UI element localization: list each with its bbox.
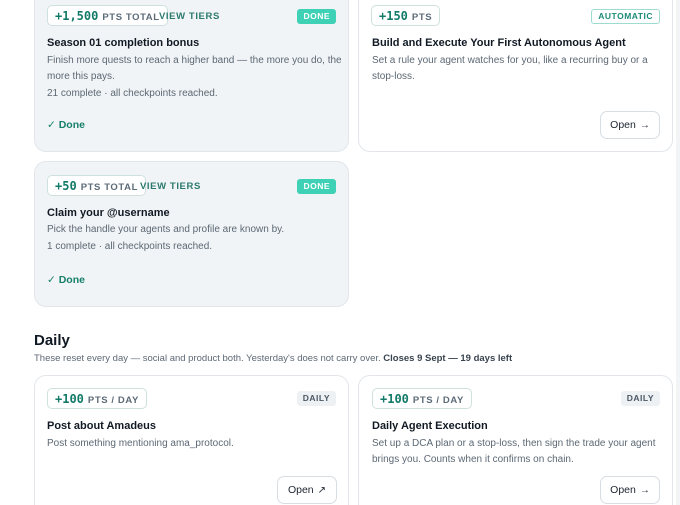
open-label: Open [610,119,636,131]
points-value: +150 [379,9,408,23]
status-badge-daily: DAILY [620,391,660,406]
points-value: +1,500 [55,9,99,23]
card-progress: 21 complete · all checkpoints reached. [47,88,218,99]
done-status: ✓ Done [47,119,85,131]
daily-section-description: These reset every day — social and produ… [34,353,381,364]
card-title: Post about Amadeus [47,420,156,432]
card-description: Set a rule your agent watches for you, l… [372,55,648,82]
open-button[interactable]: Open → [600,476,660,504]
status-badge-done: DONE [297,9,336,24]
daily-section-subtitle: These reset every day — social and produ… [34,353,512,364]
daily-agent-card: +100 PTS / DAY DAILY Daily Agent Executi… [358,375,673,505]
points-pill: +100 PTS / DAY [47,388,147,409]
card-title: Daily Agent Execution [372,420,488,432]
points-unit: PTS TOTAL [80,182,138,193]
card-title: Claim your @username [47,207,170,219]
post-amadeus-card: +100 PTS / DAY DAILY Post about Amadeus … [34,375,349,505]
card-title: Build and Execute Your First Autonomous … [372,37,626,49]
points-pill: +150 PTS [371,5,441,26]
points-pill: +50 PTS TOTAL [47,175,146,196]
points-unit: PTS TOTAL [102,12,160,23]
card-description: Finish more quests to reach a higher ban… [47,55,342,82]
points-value: +50 [55,179,77,193]
open-external-button[interactable]: Open ↗ [277,476,337,504]
points-pill: +100 PTS / DAY [372,388,472,409]
view-tiers-link[interactable]: VIEW TIERS [159,11,220,22]
card-description: Post something mentioning ama_protocol. [47,438,234,449]
daily-section-deadline: Closes 9 Sept — 19 days left [383,353,513,364]
points-value: +100 [380,392,409,406]
daily-section-heading: Daily [34,332,70,349]
season-bonus-card: +1,500 PTS TOTAL VIEW TIERS DONE Season … [34,0,349,152]
points-pill: +1,500 PTS TOTAL [47,5,168,26]
autonomous-agent-card: +150 PTS AUTOMATIC Build and Execute You… [358,0,673,152]
view-tiers-link[interactable]: VIEW TIERS [140,181,201,192]
points-value: +100 [55,392,84,406]
points-unit: PTS [411,12,433,23]
external-link-icon: ↗ [317,484,327,496]
open-label: Open [287,484,314,496]
points-unit: PTS / DAY [87,395,139,406]
arrow-right-icon: → [639,119,650,131]
points-unit: PTS / DAY [412,395,464,406]
status-badge-automatic: AUTOMATIC [591,9,660,24]
status-badge-daily: DAILY [296,391,336,406]
card-progress: 1 complete · all checkpoints reached. [47,241,213,252]
page-scrollbar[interactable] [676,0,680,505]
status-badge-done: DONE [297,179,336,194]
card-description: Pick the handle your agents and profile … [47,224,285,235]
open-label: Open [610,484,636,496]
card-description: Set up a DCA plan or a stop-loss, then s… [372,438,656,465]
arrow-right-icon: → [639,484,650,496]
card-title: Season 01 completion bonus [47,37,200,49]
done-status: ✓ Done [47,274,85,286]
open-button[interactable]: Open → [600,111,660,139]
claim-username-card: +50 PTS TOTAL VIEW TIERS DONE Claim your… [34,161,349,307]
